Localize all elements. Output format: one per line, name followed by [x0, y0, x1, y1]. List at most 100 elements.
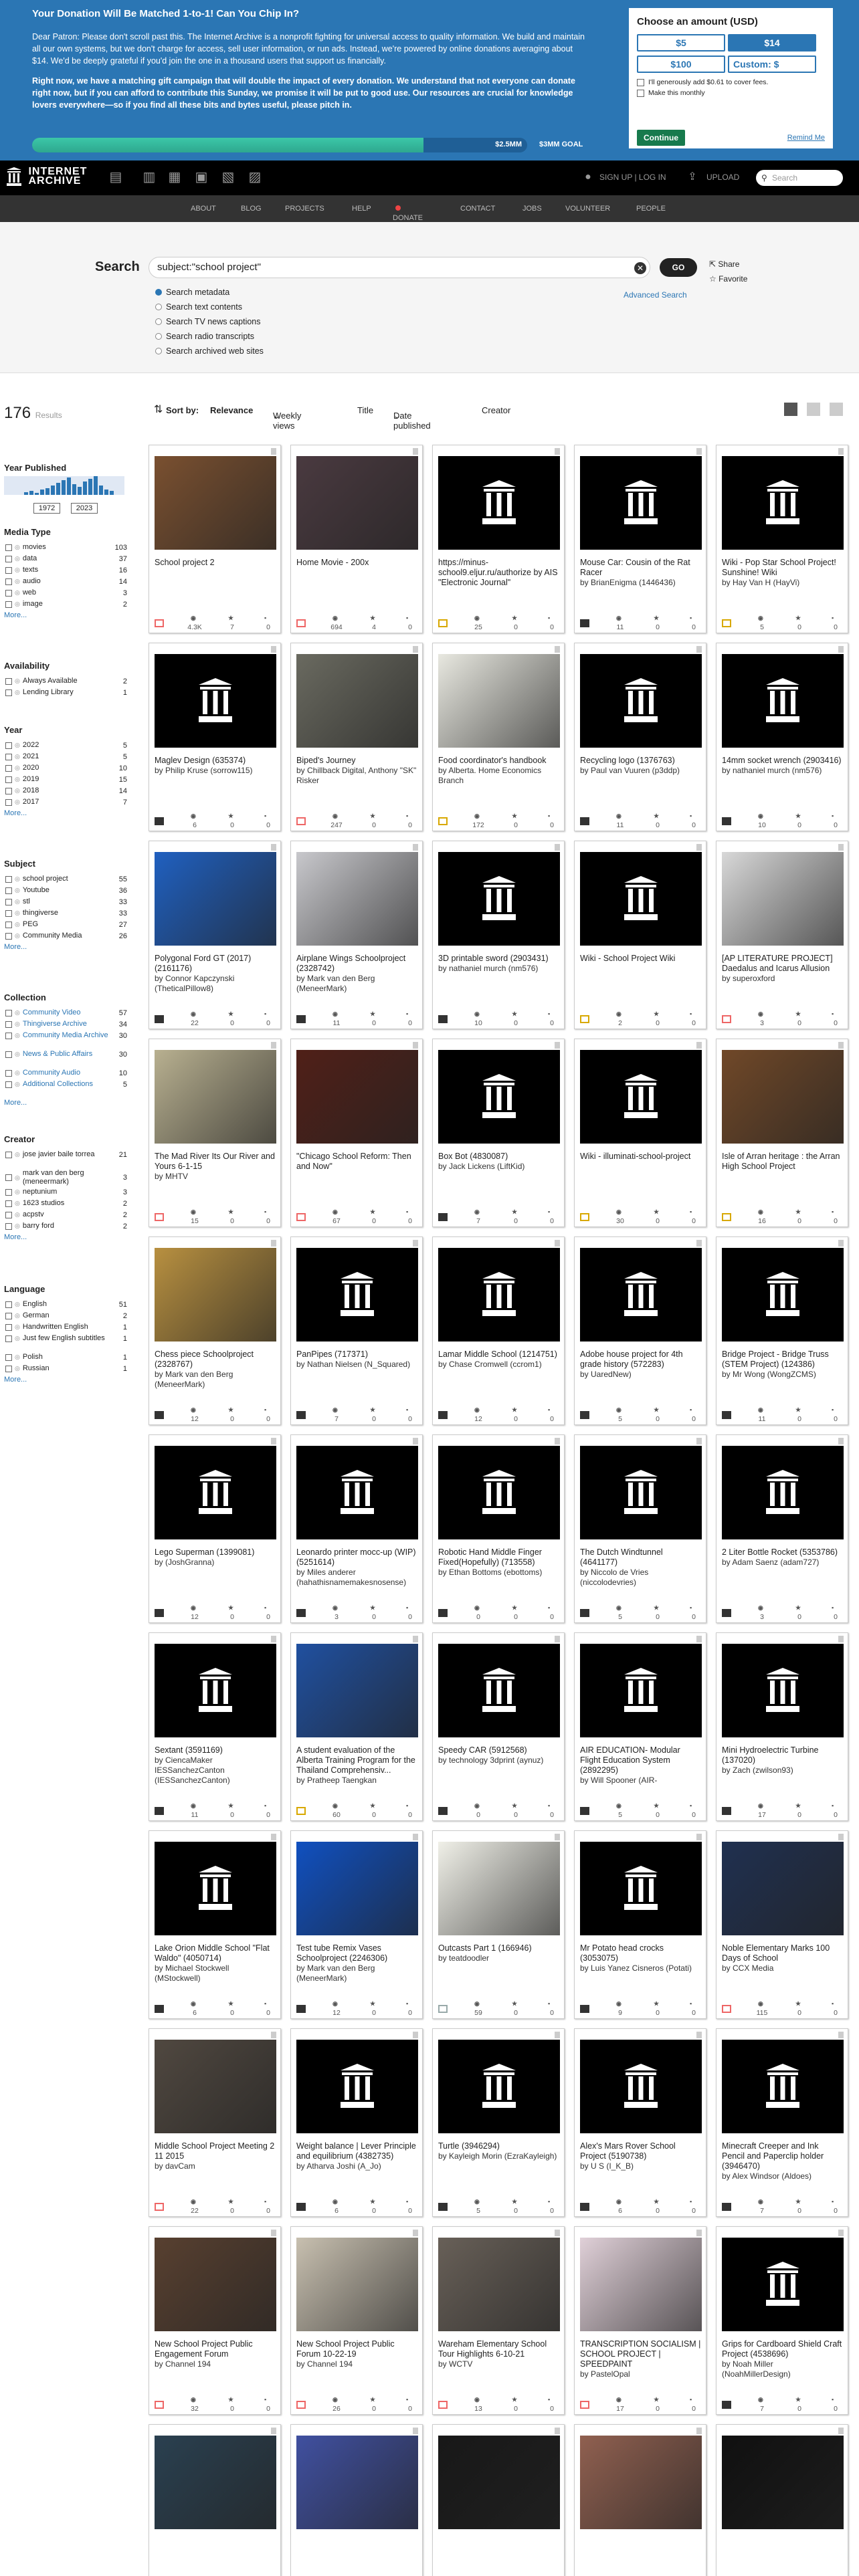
- facet-row[interactable]: ◎ News & Public Affairs 30: [5, 1050, 127, 1059]
- archive-logo[interactable]: INTERNET ARCHIVE: [7, 167, 87, 187]
- bookmark-icon[interactable]: [838, 1438, 844, 1444]
- eye-icon[interactable]: ◎: [15, 921, 20, 928]
- eye-icon[interactable]: ◎: [15, 1301, 20, 1308]
- result-card[interactable]: Leonardo printer mocc-up (WIP) (5251614)…: [290, 1434, 423, 1623]
- facet-checkbox[interactable]: [5, 578, 12, 585]
- item-thumbnail[interactable]: [155, 1050, 276, 1144]
- eye-icon[interactable]: ◎: [15, 1021, 20, 1028]
- bookmark-icon[interactable]: [413, 448, 418, 455]
- bookmark-icon[interactable]: [555, 2428, 560, 2434]
- amount-14-button[interactable]: $14: [728, 34, 816, 51]
- eye-icon[interactable]: ◎: [15, 909, 20, 917]
- remind-me-link[interactable]: Remind Me: [787, 134, 825, 142]
- radio[interactable]: [155, 333, 162, 340]
- facet-checkbox[interactable]: [5, 909, 12, 917]
- cover-fees-option[interactable]: I'll generously add $0.61 to cover fees.: [637, 78, 825, 86]
- bookmark-icon[interactable]: [555, 1834, 560, 1840]
- eye-icon[interactable]: ◎: [15, 1174, 20, 1182]
- eye-icon[interactable]: ◎: [15, 1051, 20, 1058]
- bookmark-icon[interactable]: [413, 2230, 418, 2236]
- result-card[interactable]: Outcasts Part 1 (166946) by teatdoodler ◉ 5…: [432, 1830, 565, 2019]
- result-card[interactable]: TRANSCRIPTION SOCIALISM | SCHOOL PROJECT…: [574, 2226, 706, 2415]
- result-card[interactable]: ◉★▪: [716, 2424, 848, 2576]
- facet-row[interactable]: ◎ Russian 1: [5, 1364, 127, 1373]
- bookmark-icon[interactable]: [696, 1834, 702, 1840]
- facet-checkbox[interactable]: [5, 776, 12, 783]
- item-thumbnail[interactable]: [722, 2238, 844, 2331]
- item-thumbnail[interactable]: [438, 1842, 560, 1935]
- result-card[interactable]: Weight balance | Lever Principle and equ…: [290, 2028, 423, 2217]
- result-card[interactable]: Airplane Wings Schoolproject (2328742) by…: [290, 841, 423, 1029]
- bookmark-icon[interactable]: [555, 2032, 560, 2038]
- nav-people[interactable]: PEOPLE: [636, 205, 666, 213]
- facet-checkbox[interactable]: [5, 898, 12, 905]
- bookmark-icon[interactable]: [838, 646, 844, 653]
- nav-contact[interactable]: CONTACT: [460, 205, 495, 213]
- eye-icon[interactable]: ◎: [15, 1009, 20, 1016]
- bookmark-icon[interactable]: [271, 1834, 276, 1840]
- upload-link[interactable]: UPLOAD: [706, 173, 739, 182]
- facet-checkbox[interactable]: [5, 1301, 12, 1308]
- item-thumbnail[interactable]: [722, 1248, 844, 1341]
- item-thumbnail[interactable]: [722, 1644, 844, 1737]
- bookmark-icon[interactable]: [271, 2428, 276, 2434]
- facet-checkbox[interactable]: [5, 601, 12, 608]
- result-card[interactable]: School project 2 ◉ 4.3K ★ 7 ▪ 0: [149, 445, 281, 633]
- bookmark-icon[interactable]: [838, 448, 844, 455]
- nav-jobs[interactable]: JOBS: [522, 205, 542, 213]
- bookmark-icon[interactable]: [555, 844, 560, 851]
- item-thumbnail[interactable]: [580, 1446, 702, 1539]
- bookmark-icon[interactable]: [838, 2428, 844, 2434]
- facet-checkbox[interactable]: [5, 1069, 12, 1077]
- facet-checkbox[interactable]: [5, 689, 12, 696]
- bookmark-icon[interactable]: [838, 1636, 844, 1642]
- facet-row[interactable]: ◎ Community Media Archive 30: [5, 1031, 127, 1040]
- result-card[interactable]: Noble Elementary Marks 100 Days of Schoo…: [716, 1830, 848, 2019]
- result-card[interactable]: AIR EDUCATION- Modular Flight Education …: [574, 1632, 706, 1821]
- facet-checkbox[interactable]: [5, 1200, 12, 1207]
- item-thumbnail[interactable]: [296, 852, 418, 946]
- facet-checkbox[interactable]: [5, 753, 12, 760]
- item-thumbnail[interactable]: [155, 1842, 276, 1935]
- facet-row[interactable]: ◎ audio 14: [5, 577, 127, 586]
- eye-icon[interactable]: ◎: [15, 677, 20, 685]
- radio[interactable]: [155, 304, 162, 310]
- software-icon[interactable]: ▧: [221, 170, 235, 185]
- result-card[interactable]: Home Movie - 200x ◉ 694 ★ 4 ▪ 0: [290, 445, 423, 633]
- item-thumbnail[interactable]: [438, 1248, 560, 1341]
- item-thumbnail[interactable]: [296, 2040, 418, 2133]
- item-thumbnail[interactable]: [580, 2040, 702, 2133]
- item-thumbnail[interactable]: [438, 2040, 560, 2133]
- facet-row[interactable]: ◎ thingiverse 33: [5, 909, 127, 918]
- compact-view-icon[interactable]: [830, 403, 843, 416]
- facet-checkbox[interactable]: [5, 1312, 12, 1319]
- result-card[interactable]: Adobe house project for 4th grade histor…: [574, 1237, 706, 1425]
- item-thumbnail[interactable]: [155, 1446, 276, 1539]
- eye-icon[interactable]: ◎: [15, 798, 20, 806]
- item-thumbnail[interactable]: [580, 1050, 702, 1144]
- facet-row[interactable]: ◎ English 51: [5, 1300, 127, 1309]
- bookmark-icon[interactable]: [271, 1240, 276, 1247]
- item-thumbnail[interactable]: [296, 456, 418, 550]
- bookmark-icon[interactable]: [555, 646, 560, 653]
- list-view-icon[interactable]: [807, 403, 820, 416]
- item-thumbnail[interactable]: [296, 1248, 418, 1341]
- result-card[interactable]: Wareham Elementary School Tour Highlight…: [432, 2226, 565, 2415]
- facet-checkbox[interactable]: [5, 566, 12, 574]
- result-card[interactable]: Lamar Middle School (1214751) by Chase Cr…: [432, 1237, 565, 1425]
- nav-help[interactable]: HELP: [352, 205, 371, 213]
- item-thumbnail[interactable]: [155, 1248, 276, 1341]
- facet-row[interactable]: ◎ 2019 15: [5, 775, 127, 784]
- facet-more-link[interactable]: More...: [4, 1099, 27, 1107]
- facet-more-link[interactable]: More...: [4, 1233, 27, 1241]
- eye-icon[interactable]: ◎: [15, 764, 20, 772]
- facet-row[interactable]: ◎ PEG 27: [5, 920, 127, 929]
- item-thumbnail[interactable]: [438, 1446, 560, 1539]
- facet-checkbox[interactable]: [5, 677, 12, 685]
- eye-icon[interactable]: ◎: [15, 1081, 20, 1088]
- sort-title[interactable]: Title: [357, 405, 373, 415]
- facet-row[interactable]: ◎ Thingiverse Archive 34: [5, 1020, 127, 1029]
- result-card[interactable]: Recycling logo (1376763) by Paul van Vuur…: [574, 643, 706, 831]
- favorite-button[interactable]: ☆ Favorite: [709, 274, 747, 284]
- facet-checkbox[interactable]: [5, 887, 12, 894]
